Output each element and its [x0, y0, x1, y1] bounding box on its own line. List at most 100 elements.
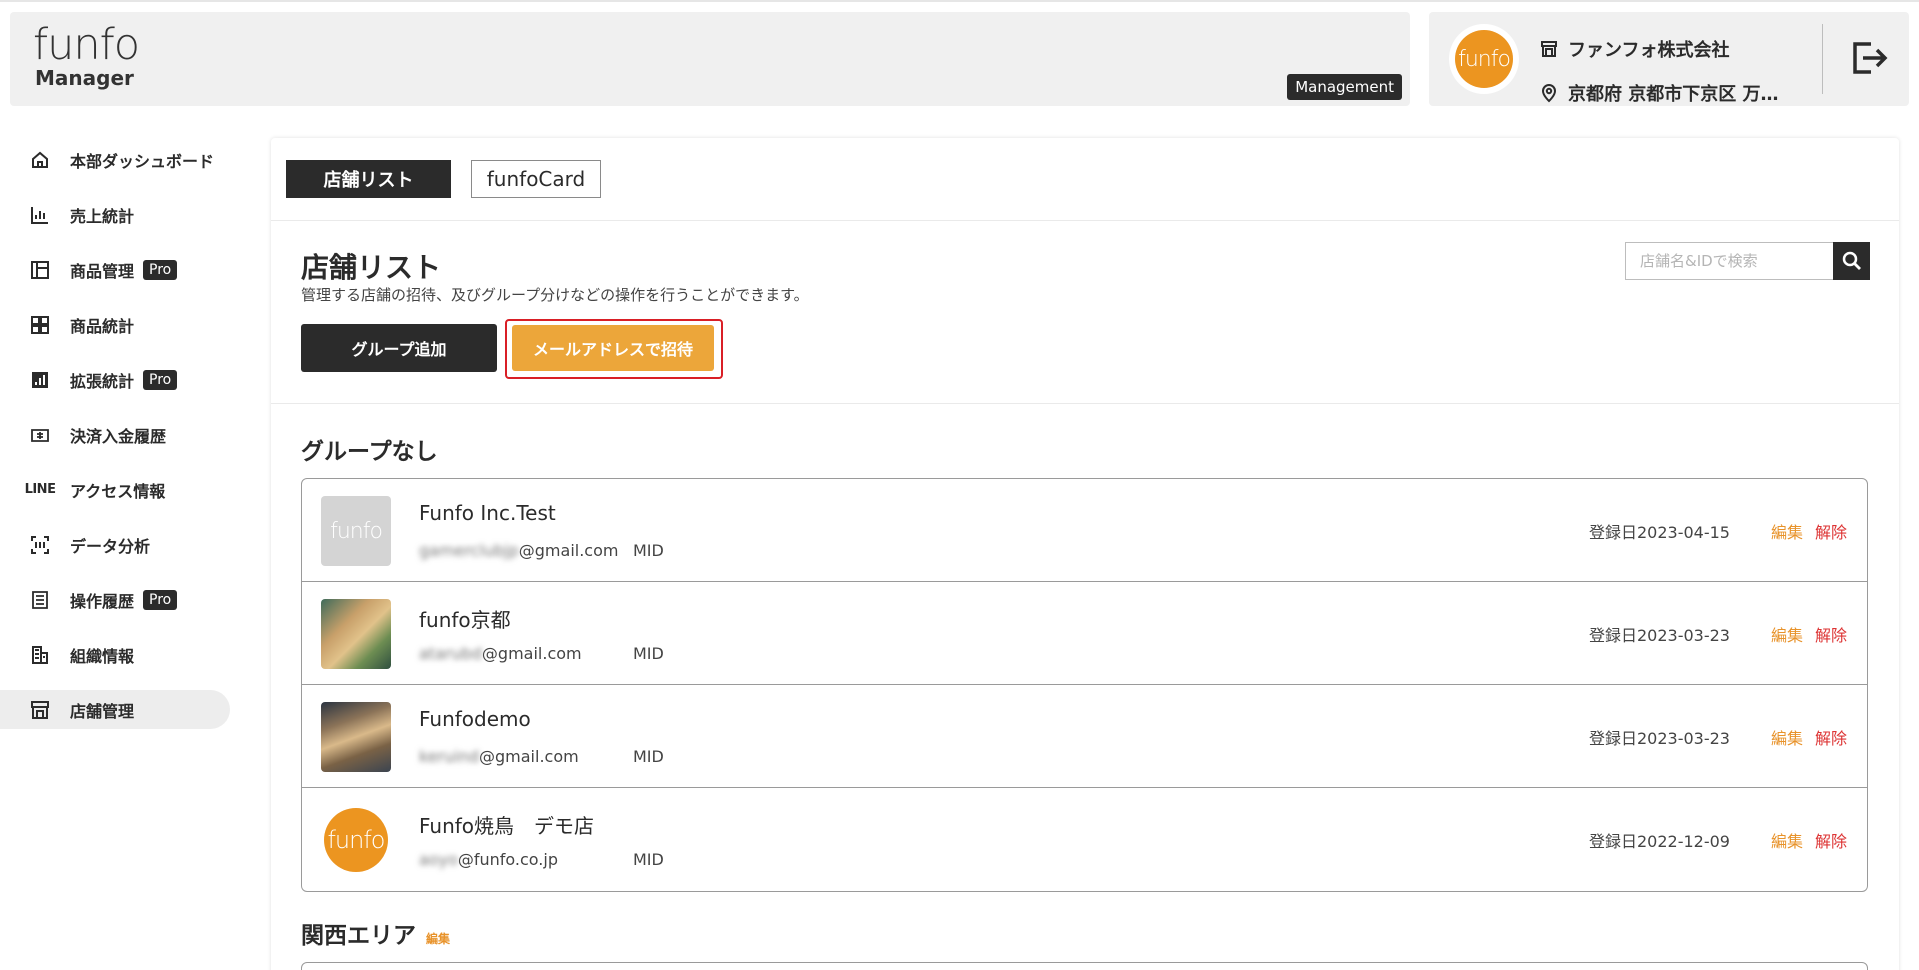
email-local-part: gamerclubjp	[419, 541, 519, 560]
store-row[interactable]: Funfodemo keruind@gmail.com MID 登録日2023-…	[302, 685, 1867, 788]
brand-header: funfo Manager Management	[10, 12, 1410, 106]
address-line: 京都府 京都市下京区 万…	[1539, 80, 1779, 106]
sidebar-item-label: アクセス情報	[70, 481, 166, 501]
search-button[interactable]	[1833, 242, 1870, 280]
invite-by-email-button[interactable]: メールアドレスで招待	[512, 325, 714, 371]
sidebar-item-label: データ分析	[70, 536, 151, 556]
list-icon	[27, 589, 53, 611]
sidebar-item-label: 商品管理	[70, 261, 135, 281]
registration-date: 登録日2023-03-23	[1589, 729, 1730, 748]
header-divider	[1822, 24, 1823, 94]
sidebar-item-label: 操作履歴	[70, 591, 135, 611]
mode-badge: Management	[1287, 74, 1402, 100]
sidebar-item-label: 売上統計	[70, 206, 135, 226]
pro-badge: Pro	[143, 369, 178, 390]
logo-subtitle: Manager	[35, 66, 134, 90]
registration-date: 登録日2023-03-23	[1589, 626, 1730, 645]
search-input[interactable]	[1625, 242, 1833, 280]
store-icon	[1541, 41, 1557, 57]
store-list: funfo Funfo Inc.Test gamerclubjp @gmail.c…	[301, 478, 1868, 892]
group-title-text: 関西エリア	[301, 923, 416, 949]
store-icon	[27, 699, 53, 721]
scan-icon	[27, 534, 53, 556]
sidebar-item-product-stats[interactable]: 商品統計	[0, 297, 230, 352]
search-icon	[1842, 251, 1861, 270]
sidebar-item-operation-history[interactable]: 操作履歴 Pro	[0, 572, 230, 627]
location-pin-icon	[1541, 83, 1557, 103]
store-thumbnail: funfo	[321, 496, 391, 566]
store-email: atarubd@gmail.com	[419, 644, 582, 663]
store-email: keruind@gmail.com	[419, 747, 579, 766]
logo-word: funfo	[33, 20, 140, 70]
sidebar-item-data-analysis[interactable]: データ分析	[0, 517, 230, 572]
email-domain: @gmail.com	[479, 747, 579, 766]
sidebar-item-label: 商品統計	[70, 316, 135, 336]
main-panel: 店舗リスト funfoCard 店舗リスト 管理する店舗の招待、及びグループ分け…	[271, 138, 1899, 970]
store-row[interactable]: funfo Funfo Inc.Test gamerclubjp@gmail.c…	[302, 479, 1867, 582]
registration-date: 登録日2022-12-09	[1589, 832, 1730, 851]
remove-store-link[interactable]: 解除	[1815, 725, 1847, 749]
sidebar-item-label: 組織情報	[70, 646, 135, 666]
sidebar-item-label: 本部ダッシュボード	[70, 151, 215, 171]
edit-store-link[interactable]: 編集	[1771, 828, 1803, 852]
analytics-icon	[27, 369, 53, 391]
store-thumbnail	[321, 702, 391, 772]
store-logo: funfo	[324, 808, 388, 872]
company-line: ファンフォ株式会社	[1539, 36, 1729, 62]
sidebar-item-dashboard[interactable]: 本部ダッシュボード	[0, 132, 230, 187]
store-mid: MID	[633, 850, 664, 869]
group-title: グループなし	[301, 432, 438, 466]
sidebar-item-extended-stats[interactable]: 拡張統計 Pro	[0, 352, 230, 407]
sidebar-item-store-management[interactable]: 店舗管理	[0, 690, 230, 729]
sidebar-item-label: 拡張統計	[70, 371, 135, 391]
logout-button[interactable]	[1849, 36, 1889, 80]
email-local-part: atarubd	[419, 644, 482, 663]
divider	[271, 220, 1899, 221]
company-avatar: funfo	[1449, 24, 1519, 94]
edit-store-link[interactable]: 編集	[1771, 622, 1803, 646]
home-icon	[27, 149, 53, 171]
avatar-logo: funfo	[1455, 30, 1513, 88]
bar-chart-icon	[27, 204, 53, 226]
sidebar-item-organization[interactable]: 組織情報	[0, 627, 230, 682]
tab-bar: 店舗リスト funfoCard	[286, 160, 601, 198]
edit-group-link[interactable]: 編集	[426, 930, 450, 947]
remove-store-link[interactable]: 解除	[1815, 519, 1847, 543]
page-description: 管理する店舗の招待、及びグループ分けなどの操作を行うことができます。	[301, 286, 809, 304]
store-name: Funfodemo	[419, 707, 531, 731]
store-search	[1625, 242, 1870, 280]
sidebar-item-payment-history[interactable]: 決済入金履歴	[0, 407, 230, 462]
store-mid: MID	[633, 747, 664, 766]
pro-badge: Pro	[143, 589, 178, 610]
divider	[271, 403, 1899, 404]
store-thumbnail: funfo	[321, 805, 391, 875]
store-name: Funfo焼鳥 デモ店	[419, 814, 595, 838]
email-domain: @gmail.com	[481, 644, 582, 663]
store-email: aoyo@funfo.co.jp	[419, 850, 558, 869]
remove-store-link[interactable]: 解除	[1815, 622, 1847, 646]
store-name: funfo京都	[419, 608, 511, 632]
group-title-text: グループなし	[301, 439, 438, 465]
tab-funfocard[interactable]: funfoCard	[471, 160, 601, 198]
store-mid: MID	[633, 541, 664, 560]
building-icon	[27, 644, 53, 666]
store-row[interactable]: funfo京都 atarubd@gmail.com MID 登録日2023-03…	[302, 582, 1867, 685]
store-list	[301, 962, 1868, 970]
pro-badge: Pro	[143, 259, 178, 280]
remove-store-link[interactable]: 解除	[1815, 828, 1847, 852]
add-group-button[interactable]: グループ追加	[301, 324, 497, 372]
sidebar-item-access-info[interactable]: LINE アクセス情報	[0, 462, 230, 517]
company-address: 京都府 京都市下京区 万…	[1568, 84, 1779, 105]
account-header: funfo ファンフォ株式会社 京都府 京都市下京区 万…	[1429, 12, 1909, 106]
sidebar-item-product-management[interactable]: 商品管理 Pro	[0, 242, 230, 297]
company-name: ファンフォ株式会社	[1568, 40, 1730, 61]
edit-store-link[interactable]: 編集	[1771, 725, 1803, 749]
edit-store-link[interactable]: 編集	[1771, 519, 1803, 543]
app-logo[interactable]: funfo Manager	[33, 20, 140, 90]
email-local-part: keruind	[419, 747, 479, 766]
sidebar-item-sales-stats[interactable]: 売上統計	[0, 187, 230, 242]
grid-icon	[27, 314, 53, 336]
tab-store-list[interactable]: 店舗リスト	[286, 160, 451, 198]
store-name: Funfo Inc.Test	[419, 501, 556, 525]
store-row[interactable]: funfo Funfo焼鳥 デモ店 aoyo@funfo.co.jp MID 登…	[302, 788, 1867, 891]
